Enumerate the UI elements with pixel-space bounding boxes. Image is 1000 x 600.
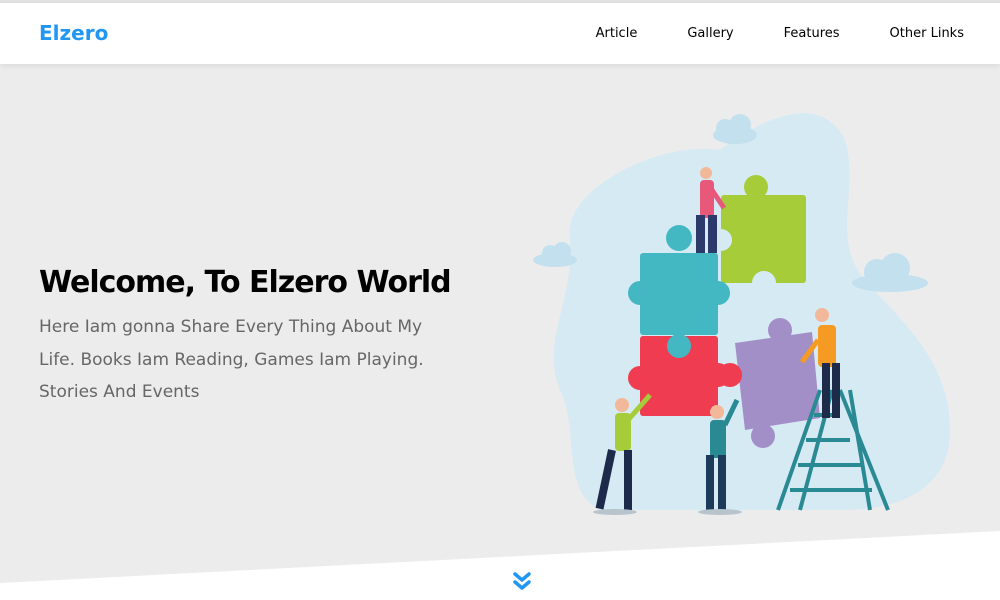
landing-title: Welcome, To Elzero World bbox=[39, 265, 452, 300]
nav-link-article[interactable]: Article bbox=[571, 3, 663, 64]
nav-link-gallery[interactable]: Gallery bbox=[662, 3, 758, 64]
team-building-puzzle-illustration bbox=[533, 113, 950, 515]
landing-description: Here Iam gonna Share Every Thing About M… bbox=[39, 317, 424, 402]
nav-link-features[interactable]: Features bbox=[759, 3, 865, 64]
nav-link-other-links[interactable]: Other Links bbox=[865, 3, 1000, 64]
site-header: Elzero Article Gallery Features Other Li… bbox=[0, 3, 1000, 64]
logo[interactable]: Elzero bbox=[39, 21, 108, 45]
double-chevron-down-icon[interactable] bbox=[510, 570, 534, 594]
main-nav: Article Gallery Features Other Links bbox=[571, 3, 1000, 64]
